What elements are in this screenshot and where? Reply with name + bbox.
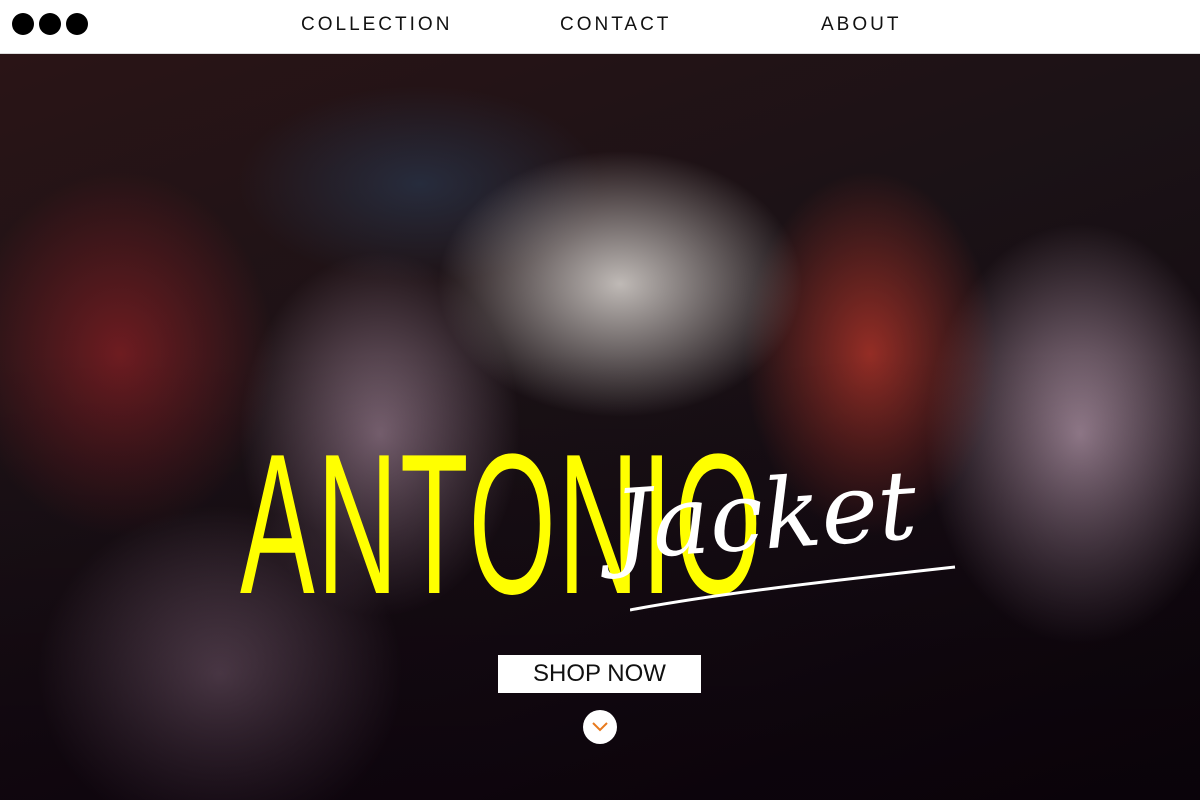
scroll-down-button[interactable] xyxy=(583,710,617,744)
dot-icon xyxy=(12,13,34,35)
dot-icon xyxy=(39,13,61,35)
script-underline-decoration xyxy=(630,565,956,612)
nav-link-about[interactable]: ABOUT xyxy=(821,14,901,36)
shop-now-label: SHOP NOW xyxy=(533,660,666,687)
dot-icon xyxy=(66,13,88,35)
window-controls xyxy=(12,13,88,35)
nav-link-contact[interactable]: CONTACT xyxy=(560,14,671,36)
hero-subtitle-script: Jacket xyxy=(610,448,921,582)
nav-link-collection[interactable]: COLLECTION xyxy=(301,14,452,36)
nav-bar: COLLECTION CONTACT ABOUT xyxy=(0,0,1200,54)
shop-now-button[interactable]: SHOP NOW xyxy=(498,655,701,693)
chevron-down-icon xyxy=(592,722,608,732)
